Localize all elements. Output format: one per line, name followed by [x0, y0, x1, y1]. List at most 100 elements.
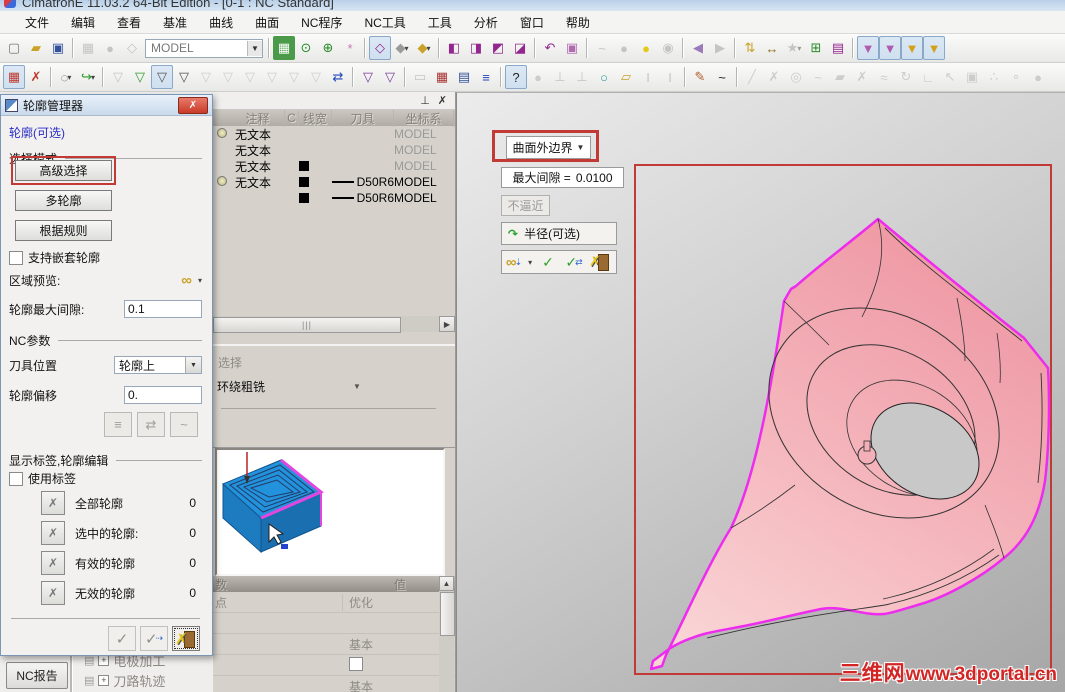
preview-glasses-button[interactable]: ∞ ⇣ ▾ [504, 252, 534, 272]
close-icon[interactable]: ✗ [438, 94, 447, 107]
menu-曲线[interactable]: 曲线 [198, 12, 244, 33]
scroll-right-button[interactable]: ▶ [439, 316, 455, 332]
open-file-icon[interactable]: ▰ [25, 36, 47, 60]
expand-icon[interactable]: + [98, 654, 110, 666]
by-rule-button[interactable]: 根据规则 [15, 220, 112, 241]
column-header[interactable]: 刀具 [332, 110, 394, 127]
new-process-icon[interactable]: ⊞ [805, 36, 827, 60]
tool-ball-1-icon[interactable]: ▼ [901, 36, 923, 60]
rotate-dynamic-icon[interactable]: * [339, 36, 361, 60]
curve-icon[interactable]: ~ [711, 65, 733, 89]
new-file-icon[interactable]: ▢ [3, 36, 25, 60]
node-link-icon[interactable]: ○ [593, 65, 615, 89]
scroll-up-button[interactable]: ▲ [439, 576, 454, 591]
display-mode-2-icon[interactable]: ◨ [465, 36, 487, 60]
multi-profile-button[interactable]: 多轮廓 [15, 190, 112, 211]
model-combo[interactable]: MODEL ▼ [145, 38, 263, 58]
line-color-swatch[interactable] [299, 161, 309, 171]
back-arrow-icon[interactable]: ◀ [687, 36, 709, 60]
menu-分析[interactable]: 分析 [463, 12, 509, 33]
menu-窗口[interactable]: 窗口 [509, 12, 555, 33]
unselect-icon[interactable]: ✗ [25, 65, 47, 89]
panel-close-button[interactable]: ✗ [178, 96, 208, 114]
toolpath-row[interactable]: D50R6 MODEL [213, 190, 455, 206]
visibility-bulb-icon[interactable] [217, 128, 227, 138]
advanced-select-button[interactable]: 高级选择 [15, 160, 112, 181]
vertical-scrollbar[interactable]: ▲ [439, 576, 455, 692]
chain-select-icon[interactable]: ↪ ▾ [77, 65, 99, 89]
sketcher-icon[interactable]: ✎ [689, 65, 711, 89]
grid-select-icon[interactable]: ▦ [3, 65, 25, 89]
clear-profiles-button[interactable]: ✗ [41, 581, 65, 605]
bulb-on-icon[interactable]: ● [635, 36, 657, 60]
profile-offset-input[interactable] [124, 386, 202, 404]
checkbox-icon[interactable] [349, 656, 363, 671]
menu-基准[interactable]: 基准 [152, 12, 198, 33]
checkbox-icon[interactable] [9, 250, 23, 265]
marquee-select-icon[interactable]: ◌ ▾ [55, 65, 77, 89]
filter-add-icon[interactable]: ▽ [379, 65, 401, 89]
pick-face-cube-icon[interactable]: ◆ ▾ [413, 36, 435, 60]
confirm-button[interactable]: ✓ [536, 252, 560, 272]
expand-icon[interactable]: + [98, 674, 110, 686]
max-gap-input[interactable] [124, 300, 202, 318]
selection-list-icon[interactable]: ⇄ [327, 65, 349, 89]
menu-文件[interactable]: 文件 [14, 12, 60, 33]
menu-曲面[interactable]: 曲面 [244, 12, 290, 33]
column-header[interactable]: C [285, 111, 299, 125]
toolpath-table-header[interactable]: 注释 C 线宽 刀具 坐标系 [213, 110, 455, 127]
view-lock-icon[interactable]: ▣ [561, 36, 583, 60]
pin-icon[interactable]: ⊥ [420, 94, 430, 107]
exit-button[interactable]: ✗ [588, 252, 612, 272]
parameter-row[interactable] [213, 655, 455, 676]
tool-radial-icon[interactable]: ▼ [879, 36, 901, 60]
line-color-swatch[interactable] [299, 193, 309, 203]
preview-glasses-icon[interactable]: ∞ [181, 272, 192, 289]
toolpath-row[interactable]: 无文本 MODEL [213, 126, 455, 142]
scrollbar-thumb[interactable] [440, 592, 455, 636]
checkbox-icon[interactable] [9, 471, 23, 486]
boundary-type-dropdown[interactable]: 曲面外边界 ▼ [506, 136, 591, 159]
menu-NC程序[interactable]: NC程序 [290, 12, 353, 33]
entity-list-icon[interactable]: ▤ [827, 36, 849, 60]
display-mode-3-icon[interactable]: ◩ [487, 36, 509, 60]
scrollbar-thumb[interactable]: ||| [213, 317, 401, 333]
column-header[interactable]: 线宽 [299, 110, 332, 127]
menu-帮助[interactable]: 帮助 [555, 12, 601, 33]
toolpath-row[interactable]: 无文本 MODEL [213, 158, 455, 174]
chevron-down-icon[interactable]: ▾ [198, 276, 202, 285]
apply-next-button[interactable]: ✓ ⇄ [562, 252, 586, 272]
apply-next-button[interactable]: ✓ ⇢ [140, 626, 168, 651]
no-approach-button[interactable]: 不逼近 [501, 195, 550, 216]
zoom-dynamic-icon[interactable]: ⊙ [295, 36, 317, 60]
line-color-swatch[interactable] [299, 177, 309, 187]
clear-profiles-button[interactable]: ✗ [41, 521, 65, 545]
visibility-bulb-icon[interactable] [217, 176, 227, 186]
tool-ball-2-icon[interactable]: ▼ [923, 36, 945, 60]
toolpath-row[interactable]: 无文本 MODEL [213, 142, 455, 158]
tool-position-select[interactable]: 轮廓上 ▼ [114, 356, 202, 374]
ok-button[interactable]: ✓ [108, 626, 136, 651]
filter-on-icon[interactable]: ▽ [129, 65, 151, 89]
use-labels-checkbox[interactable]: 使用标签 [9, 470, 76, 487]
exit-button[interactable]: ✗ [172, 626, 200, 651]
graphics-viewport[interactable]: 曲面外边界 ▼ 最大间隙 = 0.0100 不逼近 ↷ 半径(可选) ∞ ⇣ ▾ ✓ … [456, 92, 1065, 692]
filter-curve-icon[interactable]: ▽ [173, 65, 195, 89]
parameters-table-header[interactable]: 数 值 [213, 576, 455, 592]
clear-profiles-button[interactable]: ✗ [41, 491, 65, 515]
toolpath-row[interactable]: 无文本 D50R6 MODEL [213, 174, 455, 190]
column-header[interactable]: 坐标系 [394, 110, 454, 127]
display-mode-4-icon[interactable]: ◪ [509, 36, 531, 60]
filter-pick-icon[interactable]: ▽ [151, 65, 173, 89]
sort-list-icon[interactable]: ≡ [475, 65, 497, 89]
render-image-icon[interactable]: ▦ [273, 36, 295, 60]
sketch-face-icon[interactable]: ▱ [615, 65, 637, 89]
tool-axial-icon[interactable]: ▼ [857, 36, 879, 60]
sort-entities-icon[interactable]: ⇅ [739, 36, 761, 60]
profiles-optional-link[interactable]: 轮廓(可选) [9, 124, 65, 141]
view-restore-icon[interactable]: ↶ [539, 36, 561, 60]
menu-工具[interactable]: 工具 [417, 12, 463, 33]
menu-查看[interactable]: 查看 [106, 12, 152, 33]
nested-profiles-checkbox[interactable]: 支持嵌套轮廓 [9, 249, 100, 266]
parameter-row[interactable]: 基本 [213, 676, 455, 692]
